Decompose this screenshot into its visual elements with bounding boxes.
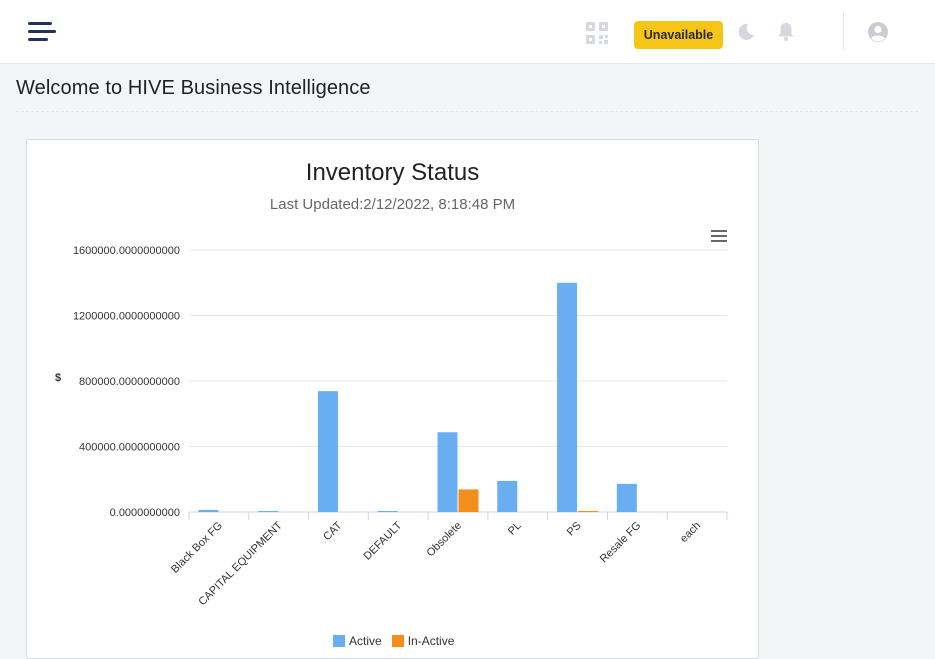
- bar-active: [198, 510, 219, 512]
- bar-active: [317, 391, 338, 512]
- x-tick-label: Obsolete: [425, 520, 465, 560]
- user-icon[interactable]: [867, 21, 889, 43]
- qr-code-icon[interactable]: [586, 22, 608, 44]
- legend-label: Active: [349, 634, 382, 648]
- bell-icon[interactable]: [777, 22, 795, 42]
- bar-active: [258, 511, 279, 512]
- inventory-bar-chart: 0.0000000000 400000.0000000000 800000.0000…: [55, 245, 728, 608]
- y-tick-label: 1200000.0000000000: [73, 311, 180, 323]
- y-tick-label: 400000.0000000000: [79, 442, 180, 454]
- x-tick-label: Black Box FG: [169, 520, 225, 576]
- bar-active: [437, 432, 458, 512]
- legend-label: In-Active: [407, 634, 455, 648]
- moon-icon[interactable]: [737, 23, 755, 41]
- bar-active: [557, 282, 578, 512]
- bar-active: [616, 483, 637, 512]
- bar-in-active: [458, 489, 479, 512]
- y-tick-label: 800000.0000000000: [79, 376, 180, 388]
- title-divider: [16, 111, 918, 112]
- header-divider: [843, 12, 844, 50]
- legend-swatch: [391, 635, 404, 647]
- bar-active: [497, 480, 518, 512]
- x-tick-label: each: [678, 520, 703, 545]
- y-tick-label: 1600000.0000000000: [73, 245, 180, 257]
- legend-item[interactable]: In-Active: [391, 634, 455, 648]
- y-tick-label: 0.0000000000: [110, 507, 180, 519]
- x-tick-label: PL: [506, 520, 524, 538]
- bar-active: [377, 511, 398, 512]
- x-tick-label: DEFAULT: [361, 519, 404, 562]
- menu-icon[interactable]: [28, 22, 58, 42]
- x-tick-label: PS: [565, 520, 584, 539]
- page-title: Welcome to HIVE Business Intelligence: [16, 77, 371, 99]
- legend-item[interactable]: Active: [333, 634, 382, 648]
- top-bar: Unavailable: [0, 0, 935, 64]
- chart-legend: Active In-Active: [333, 633, 454, 649]
- status-badge[interactable]: Unavailable: [634, 21, 723, 49]
- legend-swatch: [333, 635, 345, 647]
- bar-in-active: [578, 511, 599, 512]
- y-axis-label: $: [55, 372, 61, 384]
- x-tick-label: Resale FG: [598, 520, 644, 566]
- x-tick-label: CAT: [321, 519, 345, 543]
- inventory-chart-card: Inventory Status Last Updated:2/12/2022,…: [26, 139, 759, 659]
